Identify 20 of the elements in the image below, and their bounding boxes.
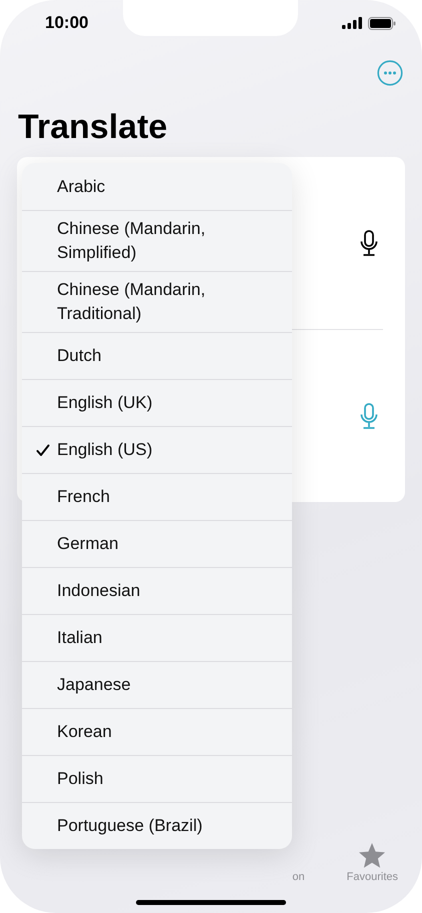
language-option[interactable]: Indonesian bbox=[22, 567, 292, 614]
microphone-icon[interactable] bbox=[360, 230, 378, 256]
language-option[interactable]: Polish bbox=[22, 755, 292, 802]
page-title: Translate bbox=[18, 107, 168, 148]
language-option[interactable]: Dutch bbox=[22, 332, 292, 379]
language-option[interactable]: Chinese (Mandarin, Simplified) bbox=[22, 210, 292, 271]
more-icon[interactable] bbox=[377, 60, 403, 86]
battery-icon bbox=[368, 16, 396, 30]
language-option[interactable]: Japanese bbox=[22, 661, 292, 708]
status-time: 10:00 bbox=[45, 13, 88, 33]
language-option[interactable]: Arabic bbox=[22, 163, 292, 210]
language-option[interactable]: Chinese (Mandarin, Traditional) bbox=[22, 271, 292, 332]
signal-icon bbox=[342, 17, 362, 29]
language-option[interactable]: German bbox=[22, 520, 292, 567]
language-option[interactable]: Portuguese (Brazil) bbox=[22, 802, 292, 849]
language-option[interactable]: English (US) bbox=[22, 426, 292, 473]
language-option[interactable]: Korean bbox=[22, 708, 292, 755]
star-icon bbox=[358, 842, 386, 869]
language-option[interactable]: Italian bbox=[22, 614, 292, 661]
language-option[interactable]: French bbox=[22, 473, 292, 520]
